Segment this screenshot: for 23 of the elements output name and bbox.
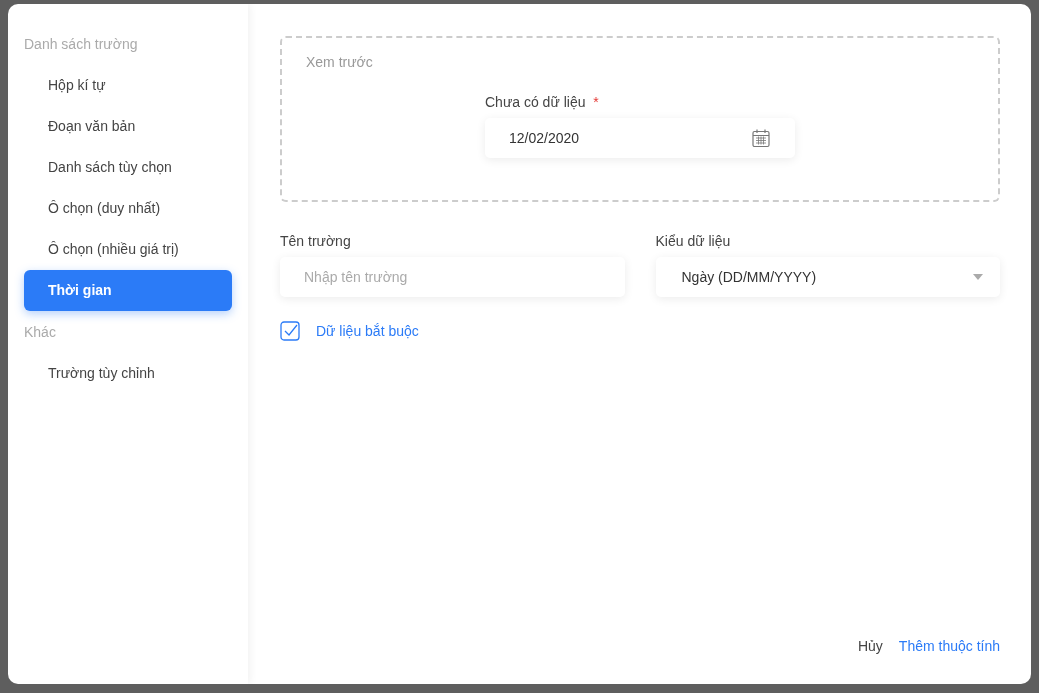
name-input-field[interactable]: Nhập tên trường — [280, 257, 625, 297]
type-dropdown[interactable]: Ngày (DD/MM/YYYY) — [655, 257, 1000, 297]
sidebar-item[interactable]: Thời gian — [24, 270, 232, 311]
checkbox[interactable] — [280, 321, 300, 341]
checkbox-label[interactable]: Dữ liệu bắt buộc — [316, 323, 419, 339]
sidebar-item[interactable]: Trường tùy chỉnh — [24, 353, 232, 394]
required-mark: * — [593, 94, 599, 110]
field-label: Chưa có dữ liệu — [485, 94, 586, 110]
caret-icon — [973, 274, 983, 280]
field-label: Tên trường — [280, 233, 352, 249]
group-heading: Khác — [24, 323, 57, 342]
preview-heading: Xem trước — [306, 54, 374, 70]
sidebar-item[interactable]: Ô chọn (nhiều giá trị) — [24, 229, 232, 270]
cancel-button[interactable]: Hủy — [857, 638, 883, 654]
sidebar-item[interactable]: Đoạn văn bản — [24, 106, 232, 147]
group-heading: Danh sách trường — [24, 35, 139, 54]
sidebar-item[interactable]: Ô chọn (duy nhất) — [24, 188, 232, 229]
sidebar-item[interactable]: Hộp kí tự — [24, 65, 232, 106]
calendar-icon[interactable] — [751, 128, 771, 148]
field-label: Kiểu dữ liệu — [655, 233, 732, 249]
add-attribute-button[interactable]: Thêm thuộc tính — [898, 638, 1000, 654]
date-field[interactable]: 12/02/2020 — [485, 118, 795, 158]
sidebar-item[interactable]: Danh sách tùy chọn — [24, 147, 232, 188]
